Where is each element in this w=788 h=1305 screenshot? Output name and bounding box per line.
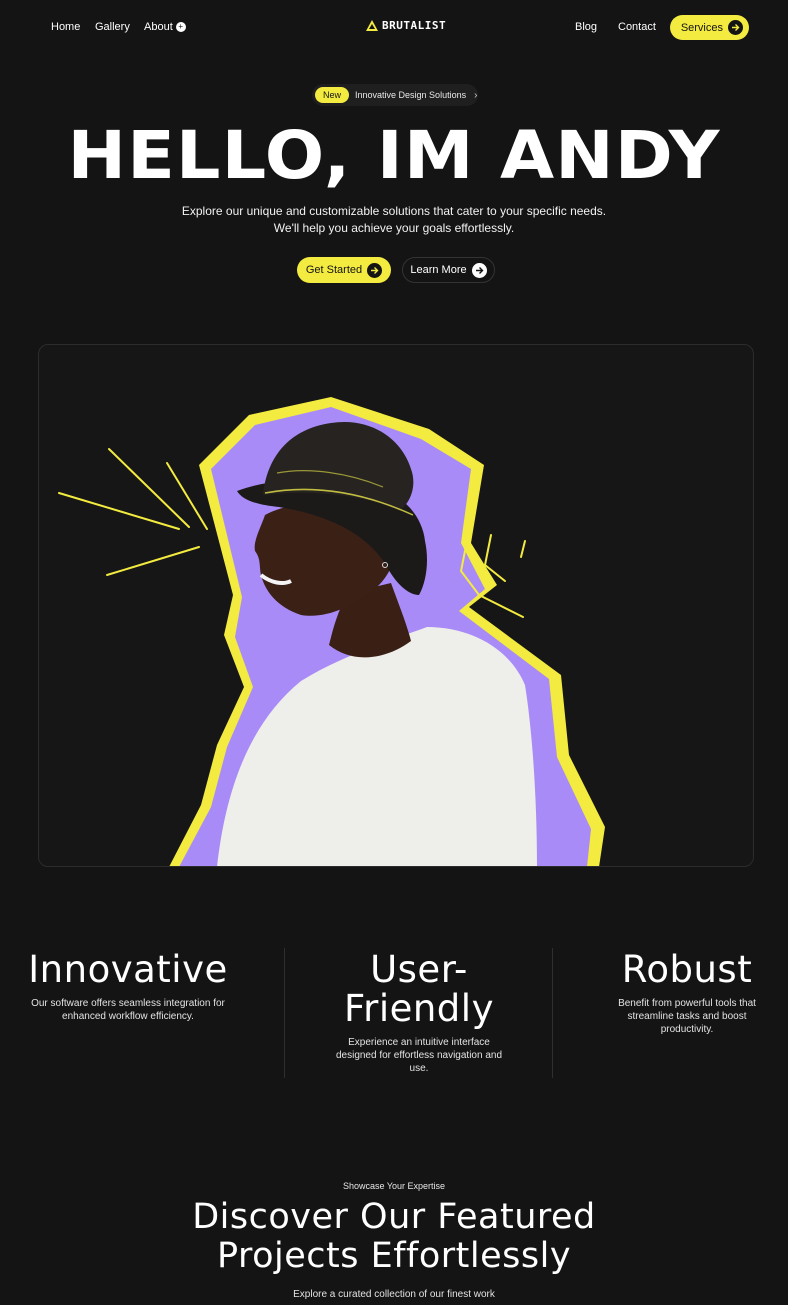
arrow-right-icon (471, 262, 487, 278)
projects-title-line2: Projects Effortlessly (216, 1236, 572, 1276)
projects-title: Discover Our Featured Projects Effortles… (0, 1198, 788, 1276)
nav-contact[interactable]: Contact (618, 21, 656, 33)
feature-innovative: Innovative Our software offers seamless … (18, 950, 238, 1023)
nav-gallery[interactable]: Gallery (95, 21, 130, 33)
arrow-right-icon (367, 262, 383, 278)
nav-home[interactable]: Home (51, 21, 80, 33)
feature-divider (552, 948, 553, 1078)
feature-title-line1: User- (370, 948, 468, 991)
feature-robust: Robust Benefit from powerful tools that … (600, 950, 774, 1036)
services-label: Services (680, 21, 723, 34)
feature-text: Our software offers seamless integration… (31, 998, 225, 1022)
feature-divider (284, 948, 285, 1078)
projects-subtitle: Explore a curated collection of our fine… (293, 1289, 495, 1300)
learn-more-label: Learn More (410, 264, 467, 276)
hero-title: HELLO, IM ANDY (67, 117, 721, 194)
hero-subtitle-line1: Explore our unique and customizable solu… (181, 204, 607, 218)
nav-blog[interactable]: Blog (575, 21, 597, 33)
services-button[interactable]: Services (670, 15, 749, 40)
feature-title: Robust (621, 948, 753, 991)
projects-title-line1: Discover Our Featured (192, 1197, 596, 1237)
get-started-button[interactable]: Get Started (297, 257, 391, 283)
logo[interactable]: BRUTALIST (366, 19, 446, 32)
top-nav: Home Gallery About + BRUTALIST Blog Conta… (0, 0, 788, 56)
get-started-label: Get Started (305, 264, 363, 276)
hero-image-card (38, 344, 754, 867)
nav-about[interactable]: About + (144, 21, 186, 33)
projects-eyebrow: Showcase Your Expertise (342, 1181, 446, 1191)
nav-about-label: About (144, 21, 173, 33)
feature-user-friendly: User- Friendly Experience an intuitive in… (316, 950, 522, 1075)
announcement-pill[interactable]: New Innovative Design Solutions › (312, 84, 478, 106)
feature-title: User- Friendly (316, 950, 522, 1028)
logo-text: BRUTALIST (382, 19, 447, 32)
logo-triangle-icon (366, 20, 378, 31)
feature-title-line2: Friendly (344, 987, 494, 1030)
hero-subtitle: Explore our unique and customizable solu… (0, 203, 788, 237)
feature-text: Experience an intuitive interface design… (335, 1037, 503, 1074)
arrow-right-icon (728, 20, 743, 35)
page: Home Gallery About + BRUTALIST Blog Conta… (0, 0, 788, 1305)
about-plus-icon: + (175, 22, 186, 32)
feature-text: Benefit from powerful tools that streaml… (618, 998, 756, 1035)
pill-text: Innovative Design Solutions (355, 90, 467, 100)
hero-subtitle-line2: We'll help you achieve your goals effort… (273, 221, 515, 235)
feature-title: Innovative (28, 948, 228, 991)
learn-more-button[interactable]: Learn More (402, 257, 495, 283)
portrait-illustration (58, 397, 605, 866)
new-badge: New (315, 87, 350, 103)
chevron-right-icon: › (474, 89, 478, 101)
